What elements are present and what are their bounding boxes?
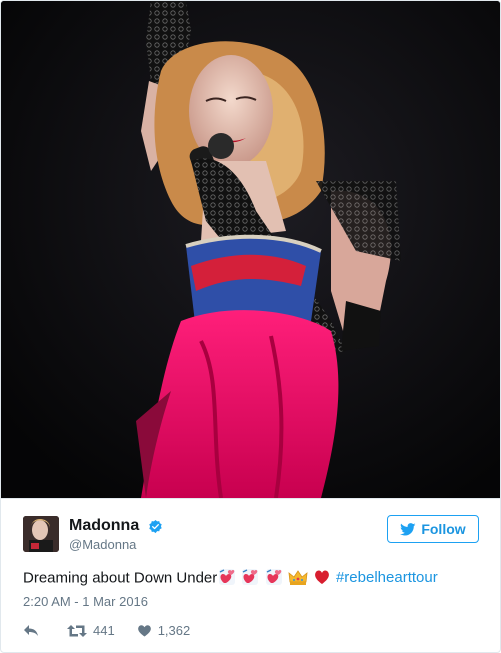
tweet-timestamp[interactable]: 2:20 AM - 1 Mar 2016 xyxy=(23,594,148,609)
follow-button[interactable]: Follow xyxy=(387,515,479,543)
red-heart-icon xyxy=(315,570,329,584)
reply-button[interactable] xyxy=(23,624,45,637)
follow-label: Follow xyxy=(421,521,466,537)
tweet-text-body: Dreaming about Down Under xyxy=(23,569,218,587)
user-names: Madonna @Madonna xyxy=(69,517,163,554)
hashtag-link[interactable]: #rebelhearttour xyxy=(336,569,438,586)
concert-photo-image xyxy=(1,1,500,498)
revolving-hearts-icon xyxy=(265,569,282,585)
like-count: 1,362 xyxy=(157,623,191,638)
tweet-photo[interactable] xyxy=(1,1,500,498)
retweet-icon xyxy=(67,624,87,637)
retweet-count: 441 xyxy=(93,623,115,638)
crown-icon xyxy=(288,570,308,585)
user-handle[interactable]: @Madonna xyxy=(69,536,163,554)
emoji-row xyxy=(218,568,332,589)
twitter-bird-icon xyxy=(400,522,416,535)
like-button[interactable]: 1,362 xyxy=(137,623,191,638)
heart-icon xyxy=(137,625,151,637)
avatar-image xyxy=(23,516,59,552)
verified-badge-icon xyxy=(148,519,162,533)
avatar[interactable] xyxy=(23,516,59,552)
revolving-hearts-icon xyxy=(219,569,236,585)
tweet-actions: 441 1,362 xyxy=(23,623,190,638)
tweet-card: Madonna @Madonna Follow Dreaming about D… xyxy=(0,0,501,653)
tweet-body: Madonna @Madonna Follow Dreaming about D… xyxy=(1,498,500,652)
display-name[interactable]: Madonna xyxy=(69,517,139,535)
reply-icon xyxy=(24,625,38,636)
retweet-button[interactable]: 441 xyxy=(67,623,115,638)
revolving-hearts-icon xyxy=(242,569,259,585)
tweet-text: Dreaming about Down Under #rebelhearttou… xyxy=(23,568,483,589)
